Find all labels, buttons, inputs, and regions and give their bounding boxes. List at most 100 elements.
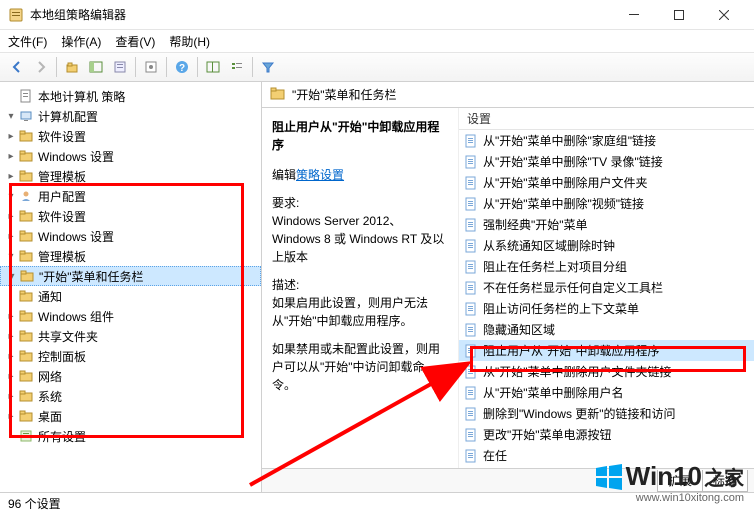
show-hide-button[interactable] [85,56,107,78]
watermark-suffix: 之家 [704,462,744,491]
details-button[interactable] [202,56,224,78]
folder-icon [18,368,34,384]
list-item-label: 在任 [483,447,507,464]
export-button[interactable] [109,56,131,78]
settings-list[interactable]: 设置 从"开始"菜单中删除"家庭组"链接从"开始"菜单中删除"TV 录像"链接从… [458,108,754,468]
back-button[interactable] [6,56,28,78]
list-item-label: 不在任务栏显示任何自定义工具栏 [483,279,663,296]
list-item-label: 从"开始"菜单中删除"家庭组"链接 [483,132,656,149]
path-label: "开始"菜单和任务栏 [292,86,397,103]
folder-open-icon [270,86,286,103]
watermark-brand: Win10 [626,461,702,492]
list-item[interactable]: 阻止用户从"开始"中卸载应用程序 [459,340,754,361]
list-item-label: 阻止在任务栏上对项目分组 [483,258,627,275]
tree-item[interactable]: 管理模板 [38,168,86,185]
tree-item[interactable]: 软件设置 [38,128,86,145]
list-item-label: 强制经典"开始"菜单 [483,216,588,233]
menu-file[interactable]: 文件(F) [8,33,47,50]
list-item[interactable]: 阻止访问任务栏的上下文菜单 [459,298,754,319]
list-item-label: 从"开始"菜单中删除用户文件夹链接 [483,363,672,380]
tree-item[interactable]: 系统 [38,388,62,405]
list-button[interactable] [226,56,248,78]
list-item-label: 阻止用户从"开始"中卸载应用程序 [483,342,660,359]
policy-icon [463,259,479,275]
properties-button[interactable] [140,56,162,78]
tree-item[interactable]: 软件设置 [38,208,86,225]
app-icon [8,7,24,23]
forward-button[interactable] [30,56,52,78]
list-header[interactable]: 设置 [459,108,754,130]
status-text: 96 个设置 [8,495,61,512]
tree-item[interactable]: Windows 设置 [38,228,114,245]
menu-view[interactable]: 查看(V) [115,33,155,50]
edit-link[interactable]: 策略设置 [296,168,344,182]
list-item-label: 隐藏通知区域 [483,321,555,338]
folder-icon [18,328,34,344]
tree-item[interactable]: Windows 设置 [38,148,114,165]
menu-bar: 文件(F) 操作(A) 查看(V) 帮助(H) [0,30,754,52]
tree-item-selected[interactable]: "开始"菜单和任务栏 [39,268,144,285]
tree-item[interactable]: Windows 组件 [38,308,114,325]
window-title: 本地组策略编辑器 [30,6,611,23]
policy-icon [463,427,479,443]
help-button[interactable]: ? [171,56,193,78]
policy-icon [463,406,479,422]
policy-icon [463,301,479,317]
tree-item[interactable]: 所有设置 [38,428,86,445]
list-item[interactable]: 删除到"Windows 更新"的链接和访问 [459,403,754,424]
up-button[interactable] [61,56,83,78]
folder-icon [18,148,34,164]
close-button[interactable] [701,1,746,29]
list-item[interactable]: 从"开始"菜单中删除用户文件夹链接 [459,361,754,382]
policy-icon [463,385,479,401]
tree-item[interactable]: 桌面 [38,408,62,425]
folder-icon [19,268,35,284]
list-item-label: 删除到"Windows 更新"的链接和访问 [483,405,676,422]
tree-item[interactable]: 网络 [38,368,62,385]
computer-icon [18,108,34,124]
list-item[interactable]: 从"开始"菜单中删除"家庭组"链接 [459,130,754,151]
list-item[interactable]: 从系统通知区域删除时钟 [459,235,754,256]
tree-item[interactable]: 控制面板 [38,348,86,365]
policy-icon [463,238,479,254]
menu-help[interactable]: 帮助(H) [169,33,210,50]
filter-button[interactable] [257,56,279,78]
user-icon [18,188,34,204]
content-area: 本地计算机 策略 ▾计算机配置 ▸软件设置 ▸Windows 设置 ▸管理模板 … [0,82,754,492]
description-pane: 阻止用户从"开始"中卸载应用程序 编辑策略设置 要求:Windows Serve… [262,108,458,468]
tree-item[interactable]: 管理模板 [38,248,86,265]
expand-icon[interactable]: ▾ [4,109,18,123]
list-item-label: 从"开始"菜单中删除用户文件夹 [483,174,648,191]
menu-action[interactable]: 操作(A) [61,33,101,50]
collapse-icon[interactable]: ▸ [4,129,18,143]
policy-icon [463,280,479,296]
watermark: Win10之家 www.win10xitong.com [596,461,744,504]
policy-icon [463,364,479,380]
svg-text:?: ? [179,63,185,74]
list-item[interactable]: 从"开始"菜单中删除用户文件夹 [459,172,754,193]
tree-user-cfg[interactable]: 用户配置 [38,188,86,205]
list-item[interactable]: 隐藏通知区域 [459,319,754,340]
tree-item[interactable]: 共享文件夹 [38,328,98,345]
folder-icon [18,388,34,404]
desc-text1: 如果启用此设置，则用户无法从"开始"中卸载应用程序。 [272,296,428,328]
list-item[interactable]: 从"开始"菜单中删除"TV 录像"链接 [459,151,754,172]
minimize-button[interactable] [611,1,656,29]
list-item[interactable]: 强制经典"开始"菜单 [459,214,754,235]
policy-icon [463,322,479,338]
list-item[interactable]: 更改"开始"菜单电源按钮 [459,424,754,445]
policy-icon [463,196,479,212]
maximize-button[interactable] [656,1,701,29]
nav-tree[interactable]: 本地计算机 策略 ▾计算机配置 ▸软件设置 ▸Windows 设置 ▸管理模板 … [0,82,262,492]
tree-root[interactable]: 本地计算机 策略 [38,88,125,105]
desc-label: 描述: [272,278,299,292]
folder-icon [18,308,34,324]
list-item[interactable]: 从"开始"菜单中删除"视频"链接 [459,193,754,214]
folder-icon [18,348,34,364]
list-item[interactable]: 不在任务栏显示任何自定义工具栏 [459,277,754,298]
list-item[interactable]: 阻止在任务栏上对项目分组 [459,256,754,277]
tree-item[interactable]: 通知 [38,288,62,305]
list-item[interactable]: 从"开始"菜单中删除用户名 [459,382,754,403]
folder-icon [18,228,34,244]
tree-computer-cfg[interactable]: 计算机配置 [38,108,98,125]
